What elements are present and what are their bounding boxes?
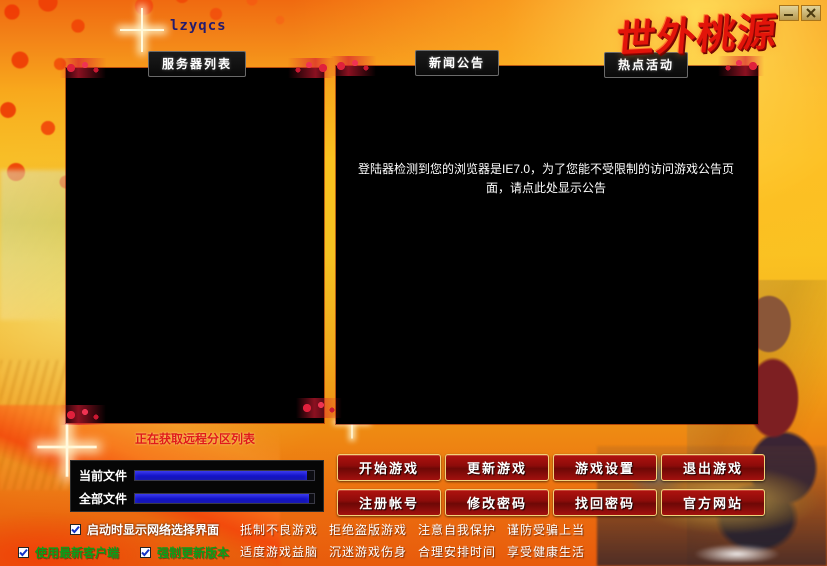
official-website-button[interactable]: 官方网站	[661, 489, 765, 516]
all-files-progress-row: 全部文件	[79, 490, 315, 507]
checkbox-checked-icon[interactable]	[18, 547, 29, 558]
health-warning-text: 抵制不良游戏 拒绝盗版游戏 注意自我保护 谨防受骗上当 适度游戏益脑 沉迷游戏伤身 合理安…	[240, 519, 596, 563]
launcher-window: 世外桃源 lzyqcs 服务器列表 新闻公告 热点活动 登陆器检测到您的浏览器是…	[0, 0, 827, 566]
current-file-progress-fill	[135, 471, 307, 480]
all-files-label: 全部文件	[79, 492, 128, 506]
sparkle-icon	[120, 8, 164, 52]
exit-game-button[interactable]: 退出游戏	[661, 454, 765, 481]
scenery-decoration-left	[0, 170, 70, 320]
cloud-decoration	[677, 532, 797, 562]
change-password-button[interactable]: 修改密码	[445, 489, 549, 516]
option-show-network-select-on-start[interactable]: 启动时显示网络选择界面	[70, 521, 219, 538]
current-file-label: 当前文件	[79, 469, 128, 483]
news-panel[interactable]	[336, 66, 758, 424]
game-logo: 世外桃源	[614, 8, 780, 64]
checkbox-checked-icon[interactable]	[70, 524, 81, 535]
current-file-progress-bar	[134, 470, 315, 481]
minimize-button[interactable]	[779, 5, 799, 21]
update-game-button[interactable]: 更新游戏	[445, 454, 549, 481]
action-button-grid: 开始游戏 更新游戏 游戏设置 退出游戏 注册帐号 修改密码 找回密码 官方网站	[337, 454, 765, 516]
current-file-progress-row: 当前文件	[79, 467, 315, 484]
checkbox-checked-icon[interactable]	[140, 547, 151, 558]
window-controls	[779, 5, 821, 21]
game-settings-button[interactable]: 游戏设置	[553, 454, 657, 481]
start-game-button[interactable]: 开始游戏	[337, 454, 441, 481]
health-warning-line-1: 抵制不良游戏 拒绝盗版游戏 注意自我保护 谨防受骗上当	[240, 523, 586, 537]
all-files-progress-fill	[135, 494, 309, 503]
tab-news[interactable]: 新闻公告	[415, 50, 500, 76]
option-label: 强制更新版本	[157, 546, 230, 560]
status-text: 正在获取远程分区列表	[134, 432, 255, 446]
news-message-link[interactable]: 登陆器检测到您的浏览器是IE7.0，为了您能不受限制的访问游戏公告页面，请点此处…	[356, 160, 736, 198]
all-files-progress-bar	[134, 493, 315, 504]
progress-panel: 当前文件 全部文件	[70, 460, 324, 512]
app-title: lzyqcs	[170, 18, 227, 34]
option-label: 使用最新客户端	[35, 546, 120, 560]
option-label: 启动时显示网络选择界面	[87, 523, 220, 537]
option-force-update-version[interactable]: 强制更新版本	[140, 544, 229, 561]
register-account-button[interactable]: 注册帐号	[337, 489, 441, 516]
server-list-panel[interactable]	[66, 68, 324, 423]
scenery-decoration-left-lower	[0, 360, 72, 490]
server-list-header[interactable]: 服务器列表	[148, 51, 247, 77]
option-use-latest-client[interactable]: 使用最新客户端	[18, 544, 119, 561]
close-button[interactable]	[801, 5, 821, 21]
health-warning-line-2: 适度游戏益脑 沉迷游戏伤身 合理安排时间 享受健康生活	[240, 545, 586, 559]
retrieve-password-button[interactable]: 找回密码	[553, 489, 657, 516]
